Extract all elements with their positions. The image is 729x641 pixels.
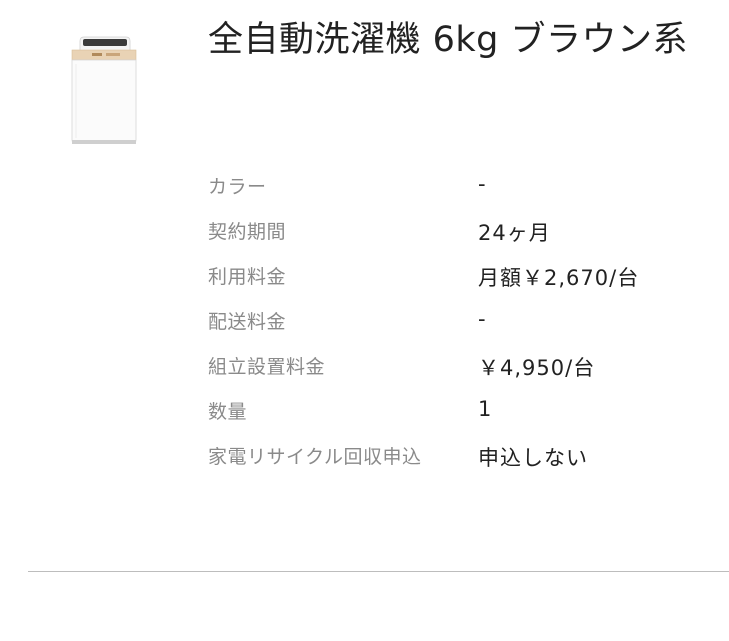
washing-machine-image[interactable] — [58, 30, 150, 150]
spec-row-installation-fee: 組立設置料金 ￥4,950/台 — [208, 344, 729, 389]
spec-value: 24ヶ月 — [478, 221, 551, 245]
spec-row-quantity: 数量 1 — [208, 389, 729, 434]
spec-row-usage-fee: 利用料金 月額￥2,670/台 — [208, 254, 729, 299]
spec-label: 利用料金 — [208, 266, 287, 288]
spec-row-color: カラー - — [208, 164, 729, 209]
spec-value: 申込しない — [478, 446, 588, 470]
spec-row-contract-period: 契約期間 24ヶ月 — [208, 209, 729, 254]
section-divider — [28, 571, 729, 572]
spec-value: 1 — [478, 397, 493, 421]
spec-label: 組立設置料金 — [208, 356, 326, 378]
spec-label: カラー — [208, 176, 267, 198]
spec-value: - — [478, 307, 487, 331]
spec-label: 契約期間 — [208, 221, 287, 243]
spec-label: 配送料金 — [208, 311, 287, 333]
order-item-panel: 全自動洗濯機 6kg ブラウン系 カラー - 契約期間 24ヶ月 利用料金 月額… — [0, 0, 729, 641]
spec-label: 数量 — [208, 401, 248, 423]
spec-row-delivery-fee: 配送料金 - — [208, 299, 729, 344]
spec-value: 月額￥2,670/台 — [478, 266, 640, 290]
product-title: 全自動洗濯機 6kg ブラウン系 — [208, 20, 689, 60]
spec-list: カラー - 契約期間 24ヶ月 利用料金 月額￥2,670/台 配送料金 - 組… — [208, 164, 729, 479]
washing-machine-icon — [71, 36, 137, 144]
spec-row-recycle-request: 家電リサイクル回収申込 申込しない — [208, 434, 729, 479]
spec-value: ￥4,950/台 — [478, 356, 596, 380]
spec-label: 家電リサイクル回収申込 — [208, 446, 422, 468]
spec-value: - — [478, 172, 487, 196]
